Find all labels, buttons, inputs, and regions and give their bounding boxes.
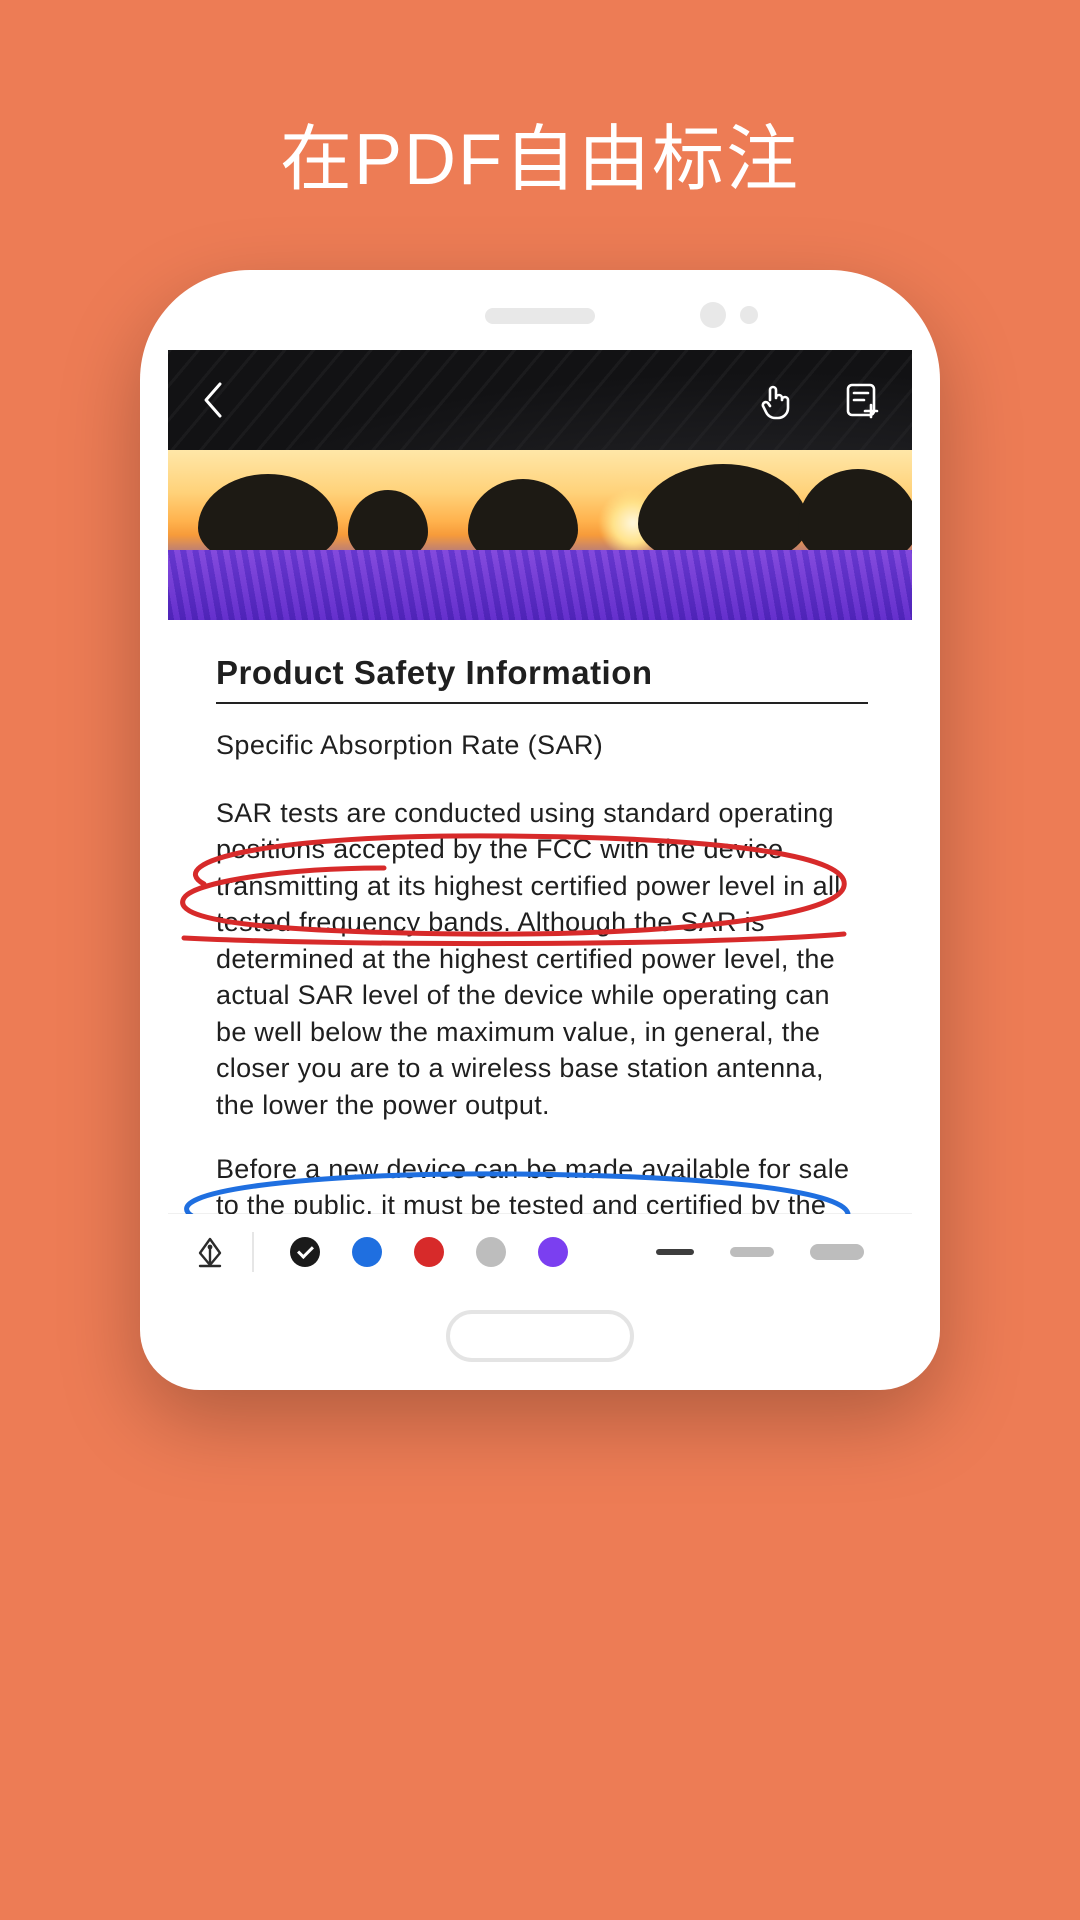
color-swatch-black[interactable] [290, 1237, 320, 1267]
pointer-tool-button[interactable] [752, 376, 800, 424]
document-hero-image [168, 450, 912, 620]
color-swatch-purple[interactable] [538, 1237, 568, 1267]
phone-home-button [446, 1310, 634, 1362]
add-annotation-button[interactable] [838, 376, 886, 424]
pen-tool-button[interactable] [192, 1234, 228, 1270]
app-bar [168, 350, 912, 450]
color-swatch-red[interactable] [414, 1237, 444, 1267]
phone-mockup: Product Safety Information Specific Abso… [140, 270, 940, 1390]
stroke-width-thin[interactable] [656, 1249, 694, 1255]
note-add-icon [842, 380, 882, 420]
phone-camera [700, 302, 726, 328]
stroke-width-thick[interactable] [810, 1244, 864, 1260]
chevron-left-icon [200, 380, 228, 420]
pen-nib-icon [194, 1236, 226, 1268]
document-title: Product Safety Information [216, 654, 868, 704]
phone-sensor [740, 306, 758, 324]
phone-speaker [485, 308, 595, 324]
promo-title: 在PDF自由标注 [0, 100, 1080, 205]
annotation-toolbar [168, 1214, 912, 1290]
pointer-hand-icon [756, 380, 796, 420]
document-paragraph-1: SAR tests are conducted using standard o… [216, 795, 868, 1123]
color-swatch-blue[interactable] [352, 1237, 382, 1267]
stroke-width-medium[interactable] [730, 1247, 774, 1257]
document-body[interactable]: Product Safety Information Specific Abso… [168, 620, 912, 1290]
back-button[interactable] [192, 378, 236, 422]
app-screen: Product Safety Information Specific Abso… [168, 350, 912, 1290]
document-subtitle: Specific Absorption Rate (SAR) [216, 730, 868, 761]
color-swatch-grey[interactable] [476, 1237, 506, 1267]
toolbar-divider [252, 1232, 254, 1272]
